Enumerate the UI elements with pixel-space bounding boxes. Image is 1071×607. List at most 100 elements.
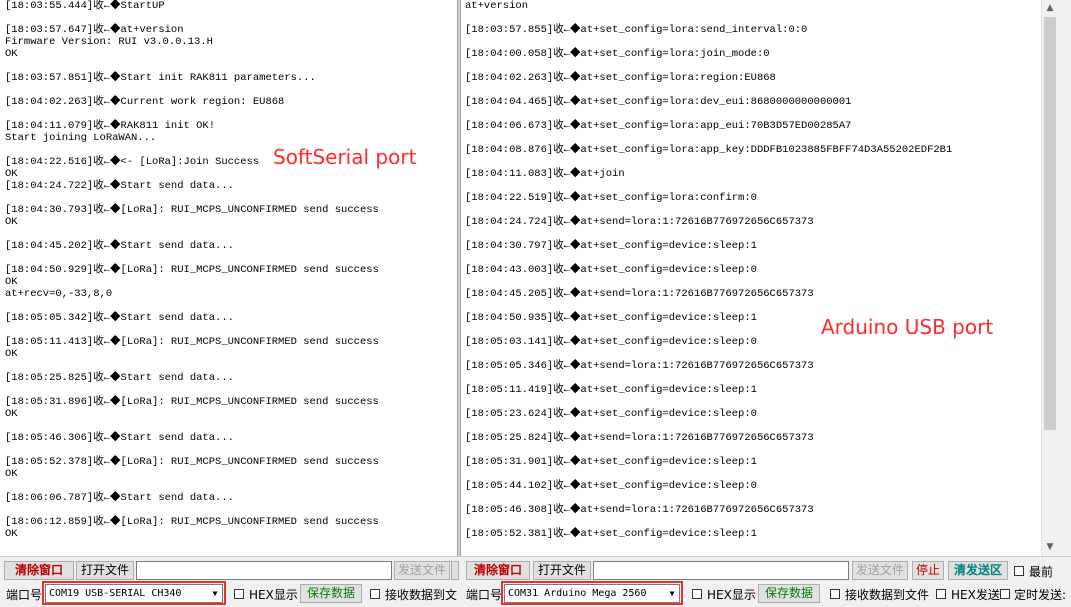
left-log-line: at+recv=0,-33,8,0	[5, 288, 113, 300]
left-log-line	[5, 228, 457, 240]
left-log-line: [18:03:57.851]收←◆Start init RAK811 param…	[5, 72, 316, 84]
right-hex-display-label: HEX显示	[707, 588, 756, 602]
left-log-line	[5, 192, 457, 204]
right-open-file-button[interactable]: 打开文件	[533, 561, 591, 580]
left-receive-to-file-checkbox[interactable]	[370, 589, 380, 599]
left-log-line: OK	[5, 348, 18, 360]
right-send-file-button[interactable]: 发送文件	[852, 561, 908, 580]
arduino-usb-port-annotation: Arduino USB port	[821, 315, 994, 339]
left-open-file-button[interactable]: 打开文件	[76, 561, 134, 580]
right-log-line	[465, 516, 1041, 528]
left-port-label: 端口号	[6, 588, 43, 602]
left-log-line: [18:06:06.787]收←◆Start send data...	[5, 492, 234, 504]
left-log-line	[5, 360, 457, 372]
right-log-line	[465, 60, 1041, 72]
left-log-line: [18:04:45.202]收←◆Start send data...	[5, 240, 234, 252]
right-hex-send-checkbox[interactable]	[936, 589, 946, 599]
right-port-label: 端口号	[466, 588, 503, 602]
right-port-highlight-box	[501, 581, 683, 605]
right-log-line	[465, 348, 1041, 360]
left-clear-window-button[interactable]: 清除窗口	[4, 561, 74, 580]
left-log-line: [18:04:11.079]收←◆RAK811 init OK!	[5, 120, 216, 132]
left-log-line	[5, 84, 457, 96]
right-stop-button[interactable]: 停止	[912, 561, 944, 580]
left-log-line	[5, 12, 457, 24]
right-log-line: [18:04:00.058]收←◆at+set_config=lora:join…	[465, 48, 770, 60]
left-log-line: [18:05:05.342]收←◆Start send data...	[5, 312, 234, 324]
left-log-line: OK	[5, 168, 18, 180]
scroll-down-icon[interactable]: ▼	[1042, 539, 1058, 555]
right-log-line	[465, 204, 1041, 216]
right-log-line: [18:05:25.824]收←◆at+send=lora:1:72616B77…	[465, 432, 814, 444]
right-log-line: [18:04:24.724]收←◆at+send=lora:1:72616B77…	[465, 216, 814, 228]
left-log-line: OK	[5, 468, 18, 480]
right-always-on-top-label: 最前	[1029, 565, 1054, 579]
right-receive-log[interactable]: at+version [18:03:57.855]收←◆at+set_confi…	[465, 0, 1041, 540]
left-hex-display-label: HEX显示	[249, 588, 298, 602]
right-log-line	[465, 444, 1041, 456]
left-log-line	[5, 300, 457, 312]
left-file-path-input[interactable]	[136, 561, 392, 580]
window-edge	[1057, 0, 1071, 556]
scrollbar-thumb[interactable]	[1044, 17, 1056, 430]
right-log-line: [18:05:44.102]收←◆at+set_config=device:sl…	[465, 480, 757, 492]
left-log-line	[5, 252, 457, 264]
right-timed-send-label: 定时发送:	[1014, 588, 1067, 602]
right-log-line: [18:04:04.465]收←◆at+set_config=lora:dev_…	[465, 96, 852, 108]
left-log-line	[5, 324, 457, 336]
right-file-path-input[interactable]	[593, 561, 849, 580]
left-log-line: [18:05:11.413]收←◆[LoRa]: RUI_MCPS_UNCONF…	[5, 336, 379, 348]
left-log-line: OK	[5, 408, 18, 420]
right-log-line: [18:03:57.855]收←◆at+set_config=lora:send…	[465, 24, 808, 36]
left-log-line	[5, 504, 457, 516]
right-save-data-button[interactable]: 保存数据	[758, 584, 820, 603]
right-receive-to-file-label: 接收数据到文件	[845, 588, 930, 602]
left-log-line: Firmware Version: RUI v3.0.0.13.H	[5, 36, 213, 48]
left-log-line: [18:05:25.825]收←◆Start send data...	[5, 372, 234, 384]
left-log-line: [18:03:57.647]收←◆at+version	[5, 24, 184, 36]
right-vertical-scrollbar[interactable]: ▲ ▼	[1041, 0, 1058, 556]
right-clear-window-button[interactable]: 清除窗口	[466, 561, 530, 580]
right-log-line: [18:04:43.003]收←◆at+set_config=device:sl…	[465, 264, 757, 276]
softserial-port-annotation: SoftSerial port	[273, 145, 417, 169]
right-log-line	[465, 108, 1041, 120]
left-log-line	[5, 108, 457, 120]
scroll-up-icon[interactable]: ▲	[1042, 0, 1058, 16]
left-log-line: [18:05:52.378]收←◆[LoRa]: RUI_MCPS_UNCONF…	[5, 456, 379, 468]
left-port-highlight-box	[42, 581, 226, 605]
right-log-line	[465, 468, 1041, 480]
right-log-line	[465, 492, 1041, 504]
right-log-line	[465, 12, 1041, 24]
left-log-line: [18:03:55.444]收←◆StartUP	[5, 0, 165, 12]
arduino-terminal-pane[interactable]: at+version [18:03:57.855]收←◆at+set_confi…	[461, 0, 1041, 556]
right-log-line: [18:05:05.346]收←◆at+send=lora:1:72616B77…	[465, 360, 814, 372]
left-hex-display-checkbox[interactable]	[234, 589, 244, 599]
right-hex-display-checkbox[interactable]	[692, 589, 702, 599]
bottom-toolbar: 清除窗口 打开文件 发送文件 端口号 COM19 USB-SERIAL CH34…	[0, 556, 1071, 607]
softserial-terminal-pane[interactable]: [18:03:55.444]收←◆StartUP [18:03:57.647]收…	[0, 0, 457, 556]
right-log-line: [18:05:23.624]收←◆at+set_config=device:sl…	[465, 408, 757, 420]
left-log-line: OK	[5, 528, 18, 540]
right-log-line: [18:05:31.901]收←◆at+set_config=device:sl…	[465, 456, 757, 468]
right-clear-send-area-button[interactable]: 清发送区	[948, 561, 1008, 580]
right-log-line: [18:04:02.263]收←◆at+set_config=lora:regi…	[465, 72, 776, 84]
right-log-line	[465, 372, 1041, 384]
left-log-line: [18:06:12.859]收←◆[LoRa]: RUI_MCPS_UNCONF…	[5, 516, 379, 528]
right-log-line	[465, 132, 1041, 144]
left-log-line: OK	[5, 48, 18, 60]
right-log-line	[465, 252, 1041, 264]
left-overflow-button[interactable]	[451, 561, 459, 580]
left-save-data-button[interactable]: 保存数据	[300, 584, 362, 603]
left-send-file-button[interactable]: 发送文件	[394, 561, 450, 580]
left-log-line: OK	[5, 216, 18, 228]
right-timed-send-checkbox[interactable]	[1000, 589, 1010, 599]
left-log-line	[5, 60, 457, 72]
right-log-line	[465, 276, 1041, 288]
left-receive-log[interactable]: [18:03:55.444]收←◆StartUP [18:03:57.647]收…	[5, 0, 457, 540]
right-receive-to-file-checkbox[interactable]	[830, 589, 840, 599]
right-always-on-top-checkbox[interactable]	[1014, 566, 1024, 576]
left-log-line	[5, 420, 457, 432]
left-log-line: [18:04:02.263]收←◆Current work region: EU…	[5, 96, 285, 108]
right-log-line	[465, 420, 1041, 432]
right-log-line: [18:04:30.797]收←◆at+set_config=device:sl…	[465, 240, 757, 252]
